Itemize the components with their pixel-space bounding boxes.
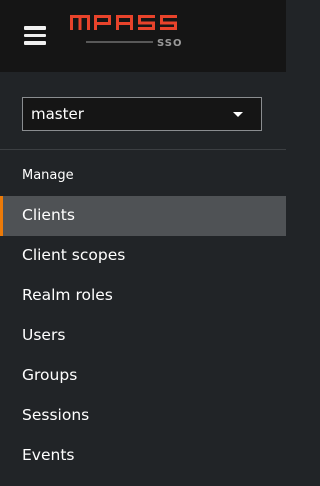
sidebar-item-label: Client scopes [22, 246, 126, 264]
logo-graphic: SSO [70, 15, 182, 49]
sidebar: master Manage Clients Client scopes Real… [0, 72, 286, 486]
sidebar-item-label: Events [22, 446, 75, 464]
sidebar-item-clients[interactable]: Clients [0, 196, 286, 236]
sidebar-item-groups[interactable]: Groups [0, 356, 286, 396]
sidebar-item-sessions[interactable]: Sessions [0, 396, 286, 436]
realm-selector[interactable]: master [22, 97, 262, 131]
sidebar-item-label: Groups [22, 366, 78, 384]
mpass-sso-logo[interactable]: SSO [69, 12, 183, 52]
logo-sso-text: SSO [157, 38, 182, 49]
sidebar-item-label: Users [22, 326, 66, 344]
realm-selector-value: master [31, 105, 84, 123]
sidebar-nav: Clients Client scopes Realm roles Users … [0, 196, 286, 476]
sidebar-section-title: Manage [22, 168, 74, 183]
sidebar-item-label: Realm roles [22, 286, 113, 304]
sidebar-divider [0, 149, 286, 150]
sidebar-item-client-scopes[interactable]: Client scopes [0, 236, 286, 276]
sidebar-item-realm-roles[interactable]: Realm roles [0, 276, 286, 316]
sidebar-item-events[interactable]: Events [0, 436, 286, 476]
sidebar-item-label: Clients [22, 206, 75, 224]
hamburger-icon[interactable] [24, 25, 46, 45]
sidebar-item-label: Sessions [22, 406, 90, 424]
caret-down-icon [233, 112, 243, 117]
masthead: SSO [0, 0, 286, 72]
sidebar-item-users[interactable]: Users [0, 316, 286, 356]
